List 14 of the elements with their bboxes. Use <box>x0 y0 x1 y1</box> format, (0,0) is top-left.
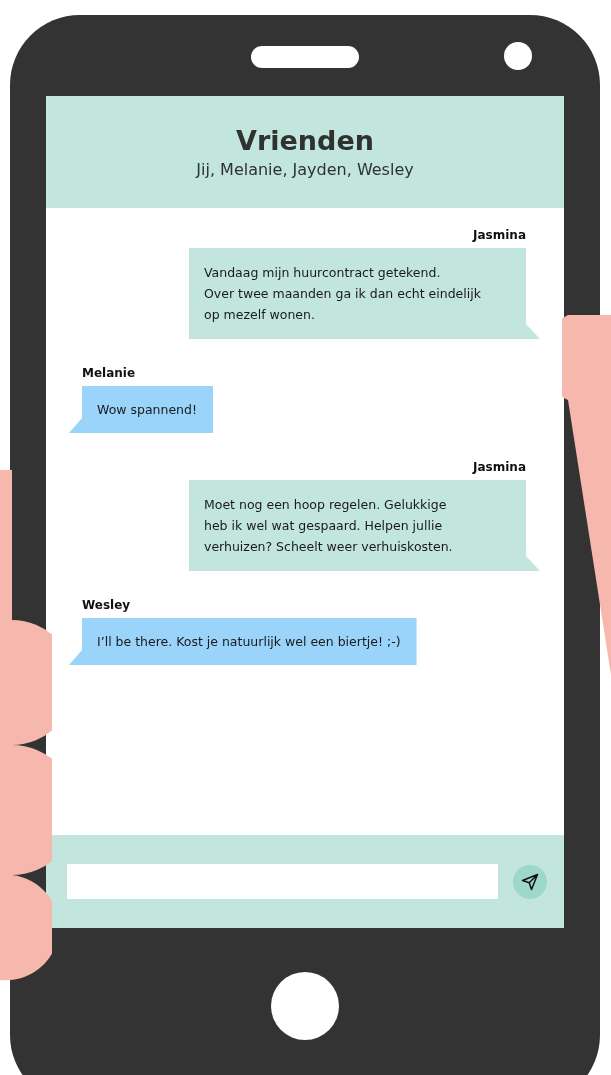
send-button[interactable] <box>513 864 547 899</box>
send-icon <box>521 872 539 891</box>
camera-lens <box>504 42 532 70</box>
chat-members: Jij, Melanie, Jayden, Wesley <box>196 159 414 181</box>
chat-title: Vrienden <box>236 124 374 158</box>
sender-name: Jasmina <box>473 459 526 475</box>
message-bubble: Vandaag mijn huurcontract getekend. Over twee maanden ga ik dan echt eindelijk op mezelf wonen. <box>189 248 540 339</box>
message-bubble: I’ll be there. Kost je natuurlijk wel een biertje! ;-) <box>69 618 417 665</box>
sender-name: Jasmina <box>473 227 526 243</box>
message-input[interactable] <box>67 864 498 899</box>
sender-name: Melanie <box>82 365 136 381</box>
message-bubble: Wow spannend! <box>69 386 213 433</box>
sender-name: Wesley <box>82 597 131 613</box>
message-bubble: Moet nog een hoop regelen. Gelukkige heb ik wel wat gespaard. Helpen jullie verhuizen? Scheelt weer verhuiskosten. <box>189 480 540 571</box>
